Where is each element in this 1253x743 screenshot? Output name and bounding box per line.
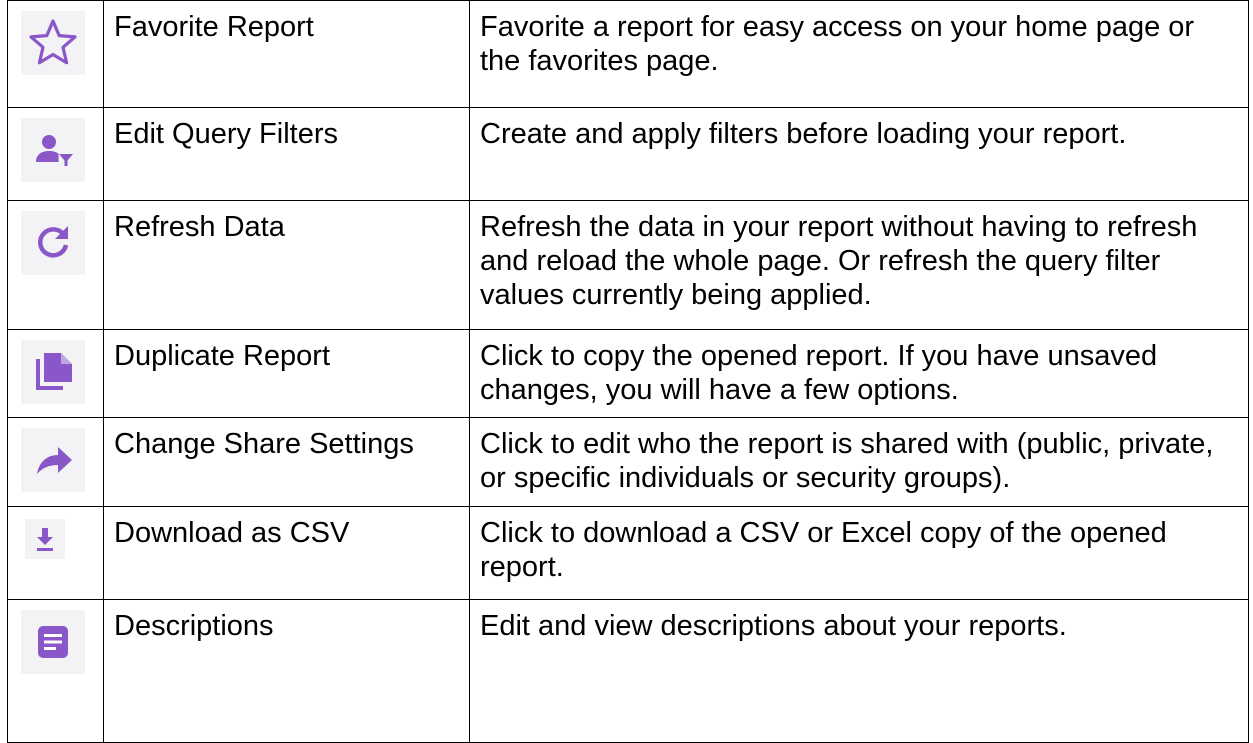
row-name: Favorite Report bbox=[114, 11, 314, 43]
copy-file-icon bbox=[21, 340, 85, 404]
refresh-icon bbox=[21, 211, 85, 275]
table-row-download-as-csv: Download as CSV Click to download a CSV … bbox=[7, 506, 1249, 600]
row-name: Duplicate Report bbox=[114, 340, 330, 372]
row-description: Favorite a report for easy access on you… bbox=[480, 11, 1195, 77]
table-row-edit-query-filters: Edit Query Filters Create and apply filt… bbox=[7, 107, 1249, 201]
report-actions-table: Favorite Report Favorite a report for ea… bbox=[7, 0, 1249, 743]
row-name: Download as CSV bbox=[114, 517, 350, 549]
row-description: Click to copy the opened report. If you … bbox=[480, 340, 1158, 406]
table-row-change-share-settings: Change Share Settings Click to edit who … bbox=[7, 417, 1249, 507]
table-row-refresh-data: Refresh Data Refresh the data in your re… bbox=[7, 200, 1249, 330]
star-outline-icon bbox=[21, 11, 85, 75]
description-icon bbox=[21, 610, 85, 674]
row-description: Click to download a CSV or Excel copy of… bbox=[480, 517, 1167, 583]
row-description: Create and apply filters before loading … bbox=[480, 118, 1127, 150]
row-description: Edit and view descriptions about your re… bbox=[480, 610, 1067, 642]
share-arrow-icon bbox=[21, 428, 85, 492]
row-description: Click to edit who the report is shared w… bbox=[480, 428, 1214, 494]
row-name: Edit Query Filters bbox=[114, 118, 338, 150]
person-filter-icon bbox=[21, 118, 85, 182]
row-name: Change Share Settings bbox=[114, 428, 414, 460]
table-row-favorite-report: Favorite Report Favorite a report for ea… bbox=[7, 0, 1249, 108]
table-row-duplicate-report: Duplicate Report Click to copy the opene… bbox=[7, 329, 1249, 418]
row-name: Descriptions bbox=[114, 610, 274, 642]
table-row-descriptions: Descriptions Edit and view descriptions … bbox=[7, 599, 1249, 743]
row-name: Refresh Data bbox=[114, 211, 285, 243]
download-icon bbox=[25, 519, 65, 559]
row-description: Refresh the data in your report without … bbox=[480, 211, 1198, 311]
